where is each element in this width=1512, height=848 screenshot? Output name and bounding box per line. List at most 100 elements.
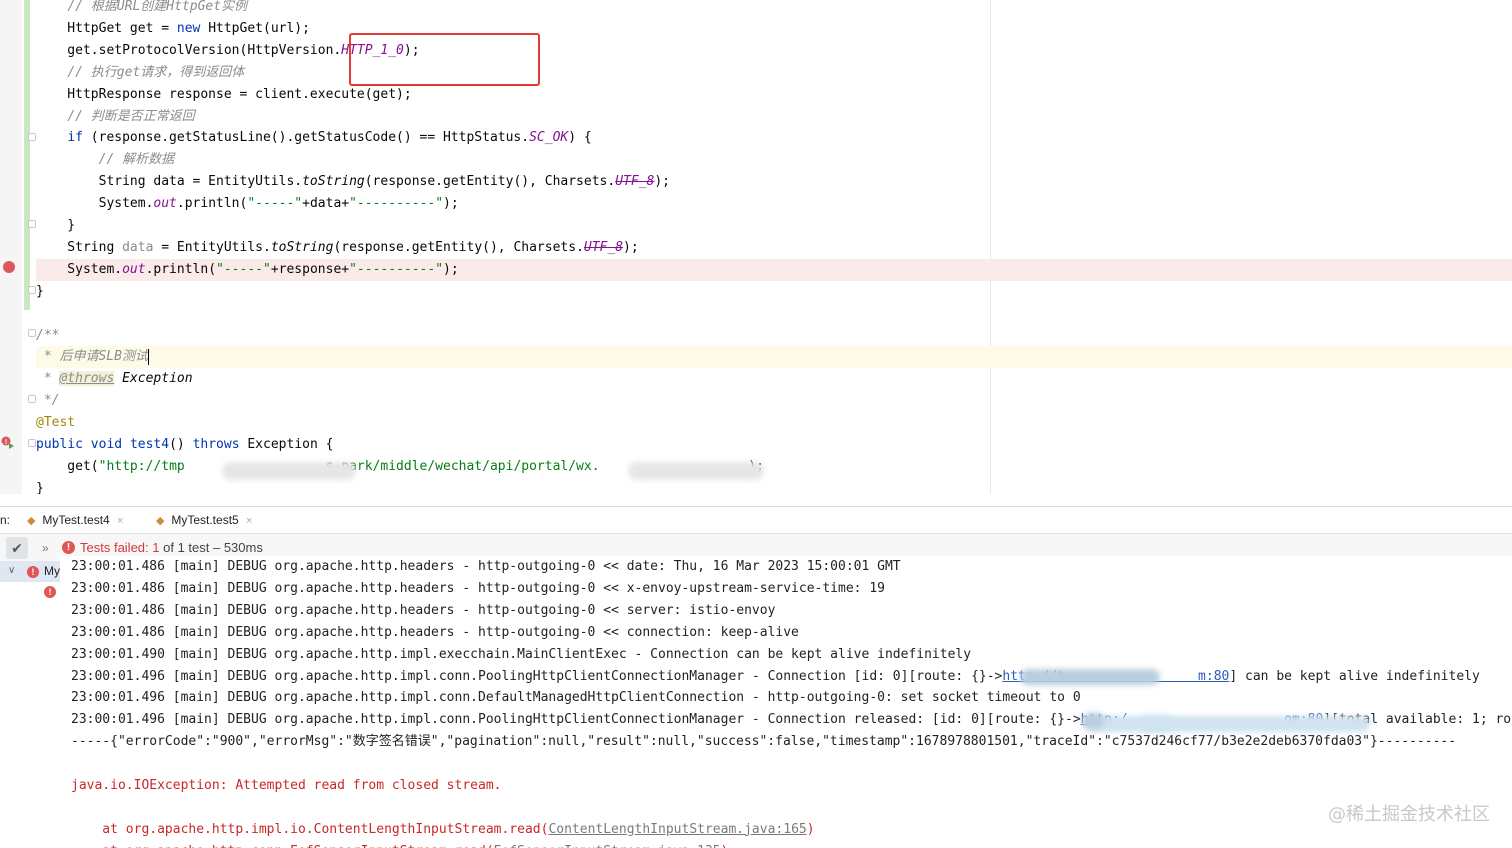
code-token: } [36,218,76,233]
error-icon: ! [62,541,75,554]
code-token: toString [302,174,365,190]
error-icon: ! [27,566,39,578]
console-line[interactable]: at org.apache.http.conn.EofSensorInputSt… [71,841,728,848]
console-line[interactable]: 23:00:01.486 [main] DEBUG org.apache.htt… [71,600,775,622]
code-token: "----------" [349,196,444,212]
chevron-down-icon[interactable]: ∨ [8,565,15,576]
code-token: } [36,480,44,494]
code-token: // 执行get请求，得到返回体 [67,64,245,80]
fold-marker[interactable] [28,133,36,141]
tab-label: MyTest.test4 [42,513,110,527]
code-token: HttpGet(url); [200,20,310,36]
code-line[interactable] [36,303,1512,325]
run-tabs-bar: n: ◆ MyTest.test4 × ◆ MyTest.test5 × [0,506,1512,534]
tab-mytest-test5[interactable]: ◆ MyTest.test5 × [156,507,252,534]
console-line[interactable]: 23:00:01.486 [main] DEBUG org.apache.htt… [71,578,885,600]
code-line[interactable]: // 执行get请求，得到返回体 [36,62,1512,84]
console-link[interactable]: EofSensorInputStream.java:135 [494,844,721,848]
code-token: Exception { [239,437,334,452]
console-line[interactable]: 23:00:01.496 [main] DEBUG org.apache.htt… [71,666,1480,688]
test-tree-row[interactable]: ∨ ! My [0,562,60,582]
code-token: System. [36,196,154,212]
code-line[interactable]: // 根据URL创建HttpGet实例 [36,0,1512,18]
code-line[interactable]: String data = EntityUtils.toString(respo… [36,171,1512,193]
code-line[interactable]: } [36,281,1512,303]
fold-marker[interactable] [28,220,36,228]
redaction-blur [1082,713,1104,729]
close-icon[interactable]: × [246,515,252,527]
code-token: (response.getEntity(), Charsets. [364,174,616,190]
code-line[interactable]: System.out.println("-----"+data+"-------… [36,193,1512,215]
test-tree[interactable]: ∨ ! My ! [0,562,61,848]
code-line[interactable]: if (response.getStatusLine().getStatusCo… [36,127,1512,149]
console-line[interactable]: 23:00:01.496 [main] DEBUG org.apache.htt… [71,687,1081,709]
code-token: 23:00:01.486 [main] DEBUG org.apache.htt… [71,559,901,574]
code-line[interactable]: // 判断是否正常返回 [36,106,1512,128]
code-line[interactable]: HttpGet get = new HttpGet(url); [36,18,1512,40]
code-token: 23:00:01.496 [main] DEBUG org.apache.htt… [71,668,1003,684]
code-token: HttpGet get = [36,20,177,36]
code-line[interactable]: HttpResponse response = client.execute(g… [36,84,1512,106]
tab-mytest-test4[interactable]: ◆ MyTest.test4 × [27,507,123,534]
code-line[interactable]: /** [36,325,1512,347]
test-tree-label: My [44,564,60,578]
code-line[interactable]: */ [36,390,1512,412]
console-line[interactable]: 23:00:01.490 [main] DEBUG org.apache.htt… [71,644,971,666]
code-token: get.setProtocolVersion(HttpVersion. [36,42,342,58]
status-suffix: of 1 test – 530ms [159,540,263,555]
breakpoint-icon[interactable] [3,261,15,273]
code-token: +response+ [270,261,350,277]
fold-marker[interactable] [28,286,36,294]
code-token: 23:00:01.490 [main] DEBUG org.apache.htt… [71,646,972,662]
svg-text:!: ! [5,439,7,446]
fold-marker[interactable] [28,395,36,403]
code-line[interactable]: String data = EntityUtils.toString(respo… [36,237,1512,259]
code-token: "-----" [247,196,303,212]
code-token: at org.apache.http.conn.EofSensorInputSt… [71,844,493,848]
code-token: 23:00:01.486 [main] DEBUG org.apache.htt… [71,602,776,618]
vcs-change-marker[interactable] [24,0,30,310]
console-output[interactable]: 23:00:01.486 [main] DEBUG org.apache.htt… [60,556,1512,848]
code-token: out [122,261,146,277]
console-line[interactable]: 23:00:01.486 [main] DEBUG org.apache.htt… [71,556,901,578]
double-chevron-right-icon[interactable]: » [42,534,49,562]
editor-gutter[interactable] [0,0,22,494]
check-icon[interactable]: ✔ [6,537,28,559]
fold-marker[interactable] [28,439,36,447]
code-token: throws [192,437,240,452]
code-token: 23:00:01.486 [main] DEBUG org.apache.htt… [71,580,885,596]
code-token: @throws [59,371,115,387]
test-tab-icon: ◆ [27,515,36,527]
console-line[interactable]: -----{"errorCode":"900","errorMsg":"数字签名… [71,731,1456,753]
code-line[interactable]: } [36,478,1512,494]
code-token: data [122,239,154,255]
code-token: System. [36,261,123,277]
code-line[interactable]: System.out.println("-----"+response+"---… [36,258,1512,281]
console-link[interactable]: ContentLengthInputStream.java:165 [548,822,806,837]
code-line[interactable]: @Test [36,412,1512,434]
code-token: 23:00:01.496 [main] DEBUG org.apache.htt… [71,690,1081,706]
close-icon[interactable]: × [117,515,123,527]
code-token: get( [36,458,99,474]
status-prefix: Tests failed: [80,540,153,555]
code-token: if [67,130,83,146]
console-line[interactable]: 23:00:01.486 [main] DEBUG org.apache.htt… [71,622,799,644]
run-test-icon[interactable]: ! [1,436,15,450]
code-line[interactable]: * 后申请SLB测试 [36,346,1512,369]
code-line[interactable]: // 解析数据 [36,149,1512,171]
code-editor[interactable]: // 根据URL创建HttpGet实例 HttpGet get = new Ht… [0,0,1512,494]
code-token: HttpResponse response = client.execute(g… [36,86,412,102]
code-line[interactable]: get.setProtocolVersion(HttpVersion.HTTP_… [36,40,1512,62]
code-token: // 根据URL创建HttpGet实例 [67,0,248,14]
code-token: (response.getStatusLine().getStatusCode(… [82,130,530,146]
code-token: String [36,239,123,255]
code-line[interactable]: * @throws Exception [36,368,1512,390]
console-line[interactable]: at org.apache.http.impl.io.ContentLength… [71,819,814,841]
code-token: = EntityUtils. [153,239,271,255]
fold-marker[interactable] [28,329,36,337]
code-line[interactable]: } [36,215,1512,237]
console-line[interactable]: java.io.IOException: Attempted read from… [71,775,501,797]
code-line[interactable]: public void test4() throws Exception { [36,434,1512,456]
